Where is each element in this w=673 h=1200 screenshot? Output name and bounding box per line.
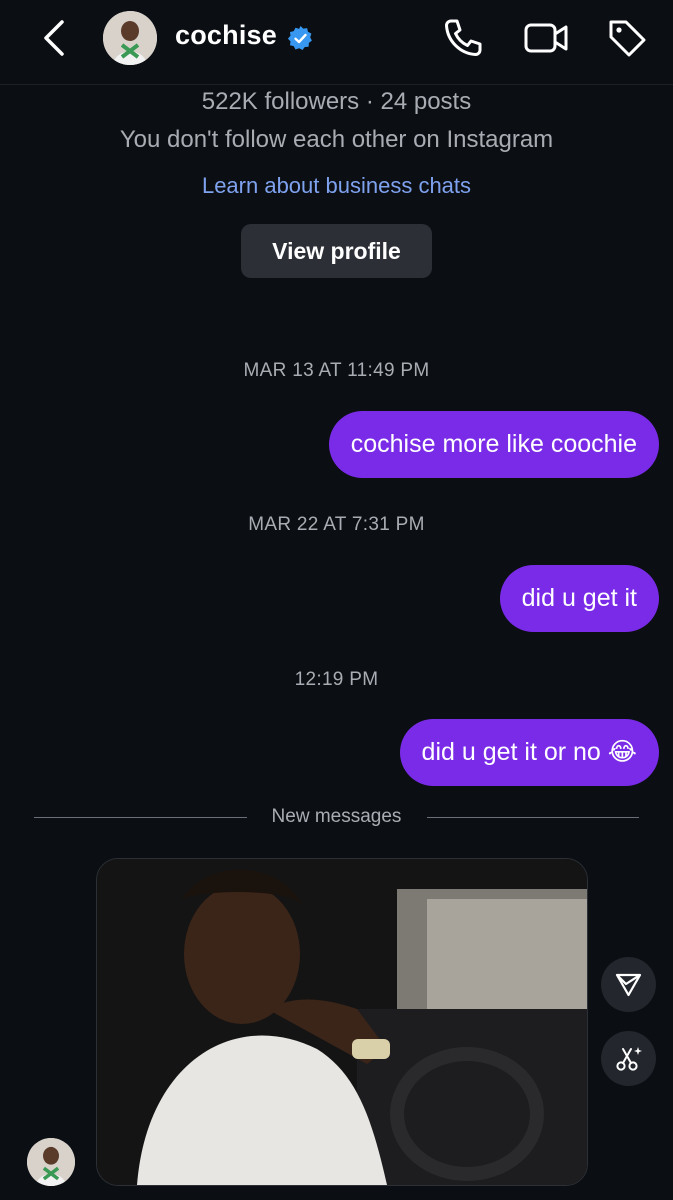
video-camera-icon[interactable] [523,15,569,61]
verified-badge-icon [287,26,312,50]
sender-avatar[interactable] [27,1138,75,1186]
back-chevron-icon [44,20,64,56]
scissors-sparkle-icon [616,1047,642,1071]
message-timestamp: 12:19 PM [294,669,379,690]
back-button[interactable] [36,16,72,60]
avatar[interactable] [103,11,157,65]
incoming-photo[interactable] [96,858,588,1186]
outgoing-message[interactable]: did u get it [499,565,659,632]
followers-count: 522K followers · 24 posts [201,88,472,115]
divider-right [427,817,639,818]
chat-header: cochise [0,0,673,85]
follow-status: You don't follow each other on Instagram [119,126,554,153]
share-button[interactable] [601,957,656,1012]
ai-edit-button[interactable] [601,1031,656,1086]
learn-business-chats-link[interactable]: Learn about business chats [0,173,673,199]
message-timestamp: MAR 22 AT 7:31 PM [248,514,425,535]
outgoing-message[interactable]: cochise more like coochie [328,411,659,478]
outgoing-message[interactable]: did u get it or no 😂 [399,719,659,786]
paper-plane-icon [615,973,642,997]
view-profile-button[interactable]: View profile [241,224,432,278]
tag-icon[interactable] [604,15,650,61]
phone-icon[interactable] [440,15,486,61]
chat-username[interactable]: cochise [175,20,277,51]
message-timestamp: MAR 13 AT 11:49 PM [243,360,430,381]
